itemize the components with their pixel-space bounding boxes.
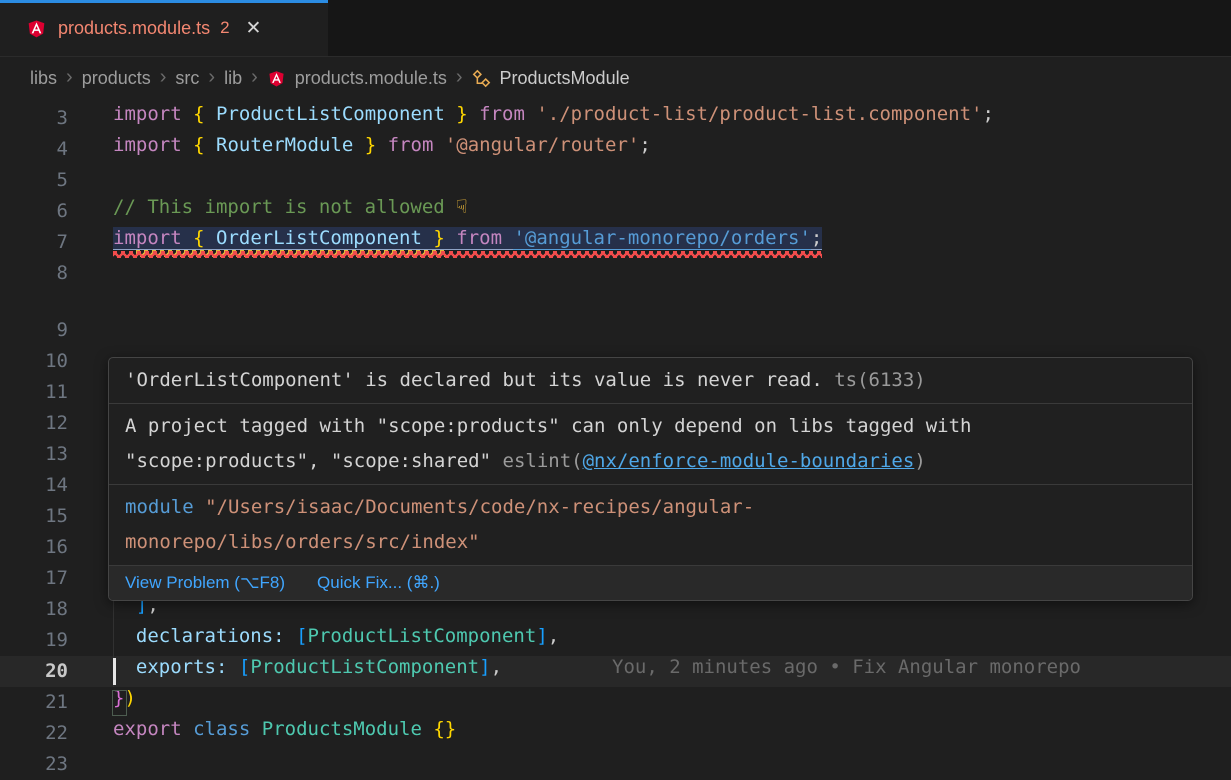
angular-icon	[267, 69, 286, 88]
line-number: 20	[0, 656, 68, 687]
view-problem-action[interactable]: View Problem (⌥F8)	[125, 573, 285, 593]
line-number: 10	[0, 346, 68, 377]
hover-section: 'OrderListComponent' is declared but its…	[109, 358, 1192, 404]
line-number: 9	[0, 315, 68, 346]
bracket-match-highlight	[112, 690, 127, 716]
close-icon[interactable]: ✕	[246, 17, 262, 40]
hover-status-bar: View Problem (⌥F8) Quick Fix... (⌘.)	[109, 566, 1192, 600]
angular-icon	[26, 18, 47, 39]
line-number: 14	[0, 470, 68, 501]
breadcrumb-products[interactable]: products	[82, 68, 151, 89]
hover-section: module "/Users/isaac/Documents/code/nx-r…	[109, 485, 1192, 566]
tab-bar: products.module.ts 2 ✕	[0, 0, 1231, 56]
line-number: 17	[0, 563, 68, 594]
chevron-right-icon: ›	[456, 66, 463, 89]
hover-section: A project tagged with "scope:products" c…	[109, 404, 1192, 485]
hover-text: module	[125, 496, 205, 518]
code-line[interactable]: exports: [ProductListComponent],You, 2 m…	[113, 656, 1231, 687]
line-number: 21	[0, 687, 68, 718]
chevron-right-icon: ›	[160, 66, 167, 89]
breadcrumb-file[interactable]: products.module.ts	[267, 68, 447, 89]
code-line[interactable]	[113, 315, 1231, 346]
code-line[interactable]	[113, 749, 1231, 780]
line-number: 4	[0, 134, 68, 165]
chevron-right-icon: ›	[251, 66, 258, 89]
quick-fix-action[interactable]: Quick Fix... (⌘.)	[317, 573, 440, 593]
line-number: 22	[0, 718, 68, 749]
hover-text: "/Users/isaac/Documents/code/nx-recipes/…	[205, 496, 754, 518]
line-number: 15	[0, 501, 68, 532]
breadcrumb: libs › products › src › lib › products.m…	[0, 56, 1231, 100]
line-number: 13	[0, 439, 68, 470]
line-number: 8	[0, 258, 68, 289]
hover-text: A project tagged with "scope:products" c…	[125, 415, 971, 437]
code-line[interactable]	[113, 258, 1231, 289]
breadcrumb-lib[interactable]: lib	[224, 68, 242, 89]
code-line[interactable]: export class ProductsModule {}	[113, 718, 1231, 749]
hover-text: ts(6133)	[834, 369, 926, 391]
diagnostics-hover-widget: 'OrderListComponent' is declared but its…	[108, 357, 1193, 601]
hover-text: monorepo/libs/orders/src/index"	[125, 531, 480, 553]
eslint-rule-link[interactable]: @nx/enforce-module-boundaries	[583, 450, 915, 472]
error-squiggle	[113, 251, 822, 258]
tab-products-module[interactable]: products.module.ts 2 ✕	[0, 0, 328, 56]
hover-text: 'OrderListComponent' is declared but its…	[125, 369, 823, 391]
chevron-right-icon: ›	[66, 66, 73, 89]
tab-problem-count: 2	[220, 18, 229, 38]
hover-text: "scope:products", "scope:shared"	[125, 450, 503, 472]
code-editor[interactable]: 345678 91011121314151617181920212223 impo…	[0, 100, 1231, 780]
line-number: 19	[0, 625, 68, 656]
text-cursor	[113, 658, 116, 685]
gutter: 345678 91011121314151617181920212223	[0, 100, 68, 780]
breadcrumb-symbol[interactable]: ProductsModule	[472, 68, 630, 89]
tab-title: products.module.ts	[58, 18, 210, 39]
line-number: 12	[0, 408, 68, 439]
code-line[interactable]: import { ProductListComponent } from './…	[113, 103, 1231, 134]
code-line[interactable]: })	[113, 687, 1231, 718]
vscode-editor-window: products.module.ts 2 ✕ libs › products ›…	[0, 0, 1231, 780]
code-line[interactable]	[113, 165, 1231, 196]
breadcrumb-src[interactable]: src	[175, 68, 199, 89]
hover-text	[823, 369, 834, 391]
line-number: 3	[0, 103, 68, 134]
symbol-class-icon	[472, 69, 491, 88]
line-number: 11	[0, 377, 68, 408]
code-line[interactable]: declarations: [ProductListComponent],	[113, 625, 1231, 656]
chevron-right-icon: ›	[208, 66, 215, 89]
git-blame-annotation: You, 2 minutes ago • Fix Angular monorep…	[612, 656, 1081, 687]
hover-text: eslint(	[503, 450, 583, 472]
code-line[interactable]: // This import is not allowed ☟	[113, 196, 1231, 227]
code-line[interactable]: import { OrderListComponent } from '@ang…	[113, 227, 1231, 258]
line-number: 5	[0, 165, 68, 196]
hover-text: )	[914, 450, 925, 472]
code-line[interactable]: import { RouterModule } from '@angular/r…	[113, 134, 1231, 165]
line-number: 23	[0, 749, 68, 780]
line-number: 16	[0, 532, 68, 563]
line-number: 6	[0, 196, 68, 227]
line-number: 18	[0, 594, 68, 625]
line-number: 7	[0, 227, 68, 258]
breadcrumb-libs[interactable]: libs	[30, 68, 57, 89]
